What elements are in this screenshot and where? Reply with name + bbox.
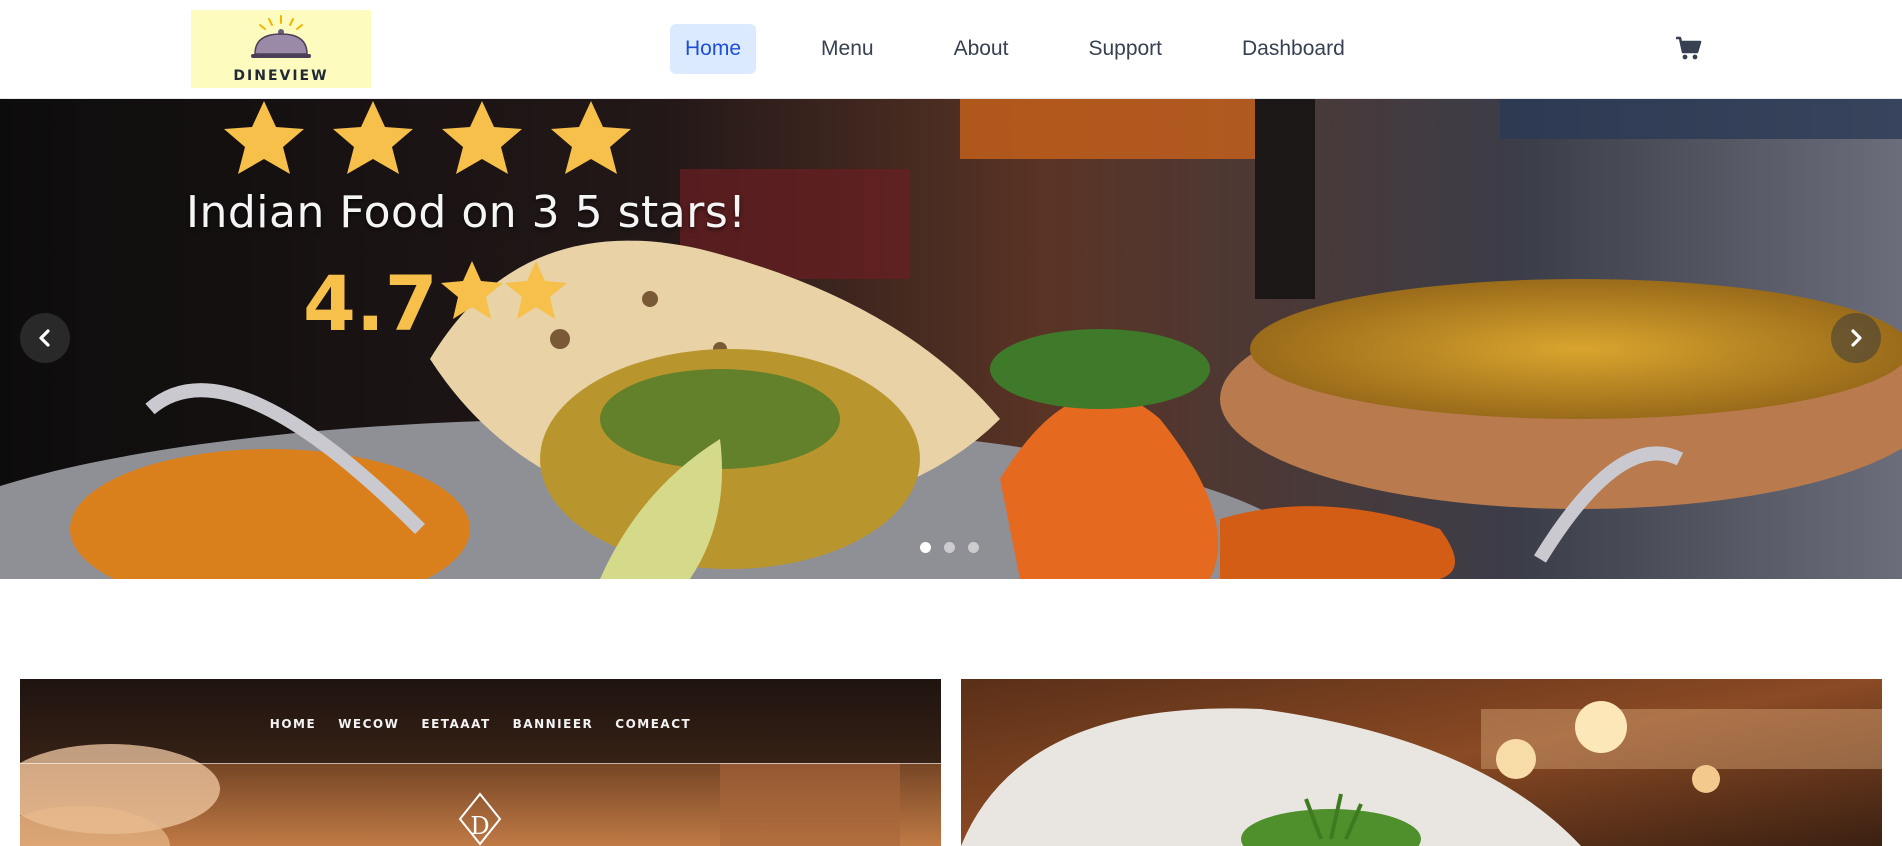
chevron-right-icon [1851, 329, 1862, 347]
brand-logo[interactable]: DINEVIEW [191, 10, 371, 88]
chevron-left-icon [39, 329, 50, 347]
card-nav-item: HOME [269, 717, 317, 731]
card-nav-item: BANNIEER [512, 717, 594, 731]
site-header: DINEVIEW Home Menu About Support Dashboa… [0, 0, 1902, 99]
hero-food-image [0, 99, 1902, 579]
cloche-icon [251, 15, 311, 58]
card-mini-nav: HOME WECOW EETAAAT BANNIEER COMEACT [20, 717, 941, 731]
carousel-next-button[interactable] [1831, 313, 1881, 363]
cart-icon [1676, 36, 1702, 60]
feature-card-dish[interactable] [961, 679, 1882, 846]
hero-rating-value: 4.7 [303, 259, 438, 348]
brand-name: DINEVIEW [233, 68, 329, 84]
carousel-prev-button[interactable] [20, 313, 70, 363]
carousel-dot-3[interactable] [968, 542, 979, 553]
nav-support[interactable]: Support [1073, 24, 1177, 74]
nav-menu[interactable]: Menu [806, 24, 889, 74]
card-divider [20, 763, 941, 764]
card-nav-item: COMEACT [615, 717, 692, 731]
hero-carousel: Indian Food on 3 5 stars! 4.7 [0, 99, 1902, 579]
card-nav-item: WECOW [338, 717, 400, 731]
feature-card-restaurant[interactable]: D HOME WECOW EETAAAT BANNIEER COMEACT [20, 679, 941, 846]
salad-dish-image [961, 679, 1882, 846]
carousel-dot-2[interactable] [944, 542, 955, 553]
nav-home[interactable]: Home [670, 24, 757, 74]
hero-headline: Indian Food on 3 5 stars! [186, 187, 747, 238]
nav-dashboard[interactable]: Dashboard [1227, 24, 1360, 74]
main-nav: Home Menu About Support Dashboard [670, 24, 1360, 74]
carousel-indicators [920, 542, 979, 553]
cart-button[interactable] [1674, 34, 1702, 62]
nav-about[interactable]: About [939, 24, 1024, 74]
svg-text:D: D [470, 812, 489, 840]
carousel-dot-1[interactable] [920, 542, 931, 553]
card-nav-item: EETAAAT [421, 717, 491, 731]
